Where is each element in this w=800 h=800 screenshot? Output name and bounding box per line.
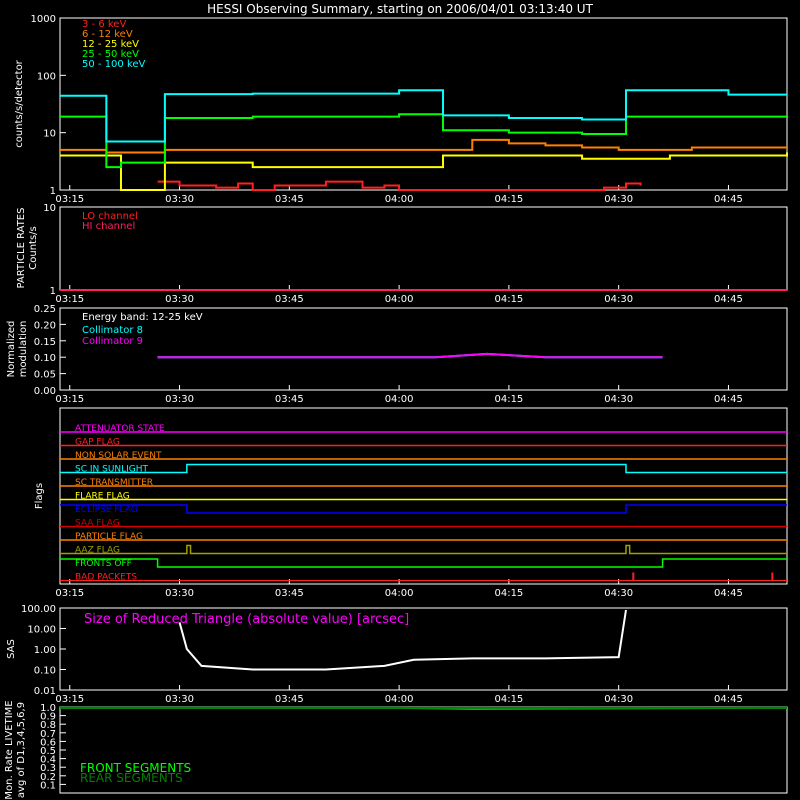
flag-label: SAA FLAG — [75, 519, 120, 529]
observing-summary-figure: HESSI Observing Summary, starting on 200… — [0, 0, 800, 800]
x-tick-label: 03:15 — [55, 294, 84, 305]
x-tick-label: 03:45 — [275, 588, 304, 599]
y-tick-label: 1 — [50, 186, 56, 197]
x-tick-label: 03:15 — [55, 394, 84, 405]
y-tick-label: 1 — [50, 286, 56, 297]
flag-label: FRONTS OFF — [75, 559, 132, 569]
modulation-ylabel-2: modulation — [18, 321, 29, 378]
x-tick-label: 03:30 — [165, 694, 194, 705]
particle-ylabel-2: Counts/s — [28, 226, 39, 270]
x-tick-label: 03:30 — [165, 294, 194, 305]
y-tick-label: 0.05 — [34, 370, 56, 381]
livetime-ylabel-2: avg of D1,3,4,5,6,9 — [16, 702, 27, 798]
flag-label: GAP FLAG — [75, 438, 120, 448]
x-tick-label: 04:15 — [494, 394, 523, 405]
sas-ylabel: SAS — [6, 639, 17, 659]
y-tick-label: 100 — [37, 71, 56, 82]
modulation-annotation: Energy band: 12-25 keV — [82, 312, 203, 323]
y-tick-label: 0.00 — [34, 386, 56, 397]
flag-label: AAZ FLAG — [75, 546, 120, 556]
sas-annotation: Size of Reduced Triangle (absolute value… — [84, 612, 409, 627]
legend-entry: REAR SEGMENTS — [80, 771, 183, 785]
legend-entry: 50 - 100 keV — [82, 59, 146, 70]
x-tick-label: 03:45 — [275, 694, 304, 705]
x-tick-label: 04:30 — [604, 194, 633, 205]
x-tick-label: 04:00 — [385, 694, 414, 705]
x-tick-label: 04:45 — [714, 394, 743, 405]
x-tick-label: 04:30 — [604, 394, 633, 405]
particle-ylabel-1: PARTICLE RATES — [16, 208, 27, 289]
legend-entry: Collimator 9 — [82, 336, 143, 347]
legend-entry: HI channel — [82, 221, 135, 232]
x-tick-label: 04:15 — [494, 294, 523, 305]
y-tick-label: 1.00 — [34, 645, 56, 656]
x-tick-label: 04:15 — [494, 694, 523, 705]
livetime-ylabel-1: Mon. Rate LIVETIME — [4, 700, 15, 799]
y-tick-label: 0.01 — [34, 686, 56, 697]
x-tick-label: 04:30 — [604, 588, 633, 599]
x-tick-label: 04:15 — [494, 194, 523, 205]
x-tick-label: 04:00 — [385, 588, 414, 599]
count-rate-ylabel: counts/s/detector — [14, 59, 25, 147]
x-tick-label: 04:15 — [494, 588, 523, 599]
x-tick-label: 03:45 — [275, 394, 304, 405]
x-tick-label: 04:45 — [714, 294, 743, 305]
x-tick-label: 03:45 — [275, 294, 304, 305]
flag-label: SC IN SUNLIGHT — [75, 465, 149, 475]
x-tick-label: 03:45 — [275, 194, 304, 205]
x-tick-label: 04:45 — [714, 694, 743, 705]
flag-label: ECLIPSE FLAG — [75, 505, 138, 515]
x-tick-label: 04:45 — [714, 588, 743, 599]
flag-label: FLARE FLAG — [75, 492, 130, 502]
y-tick-label: 10 — [43, 203, 56, 214]
x-tick-label: 03:15 — [55, 194, 84, 205]
flag-label: PARTICLE FLAG — [75, 532, 143, 542]
flag-label: SC TRANSMITTER — [75, 478, 153, 488]
x-tick-label: 03:30 — [165, 588, 194, 599]
x-tick-label: 04:00 — [385, 194, 414, 205]
x-tick-label: 03:15 — [55, 588, 84, 599]
x-tick-label: 04:30 — [604, 294, 633, 305]
legend-entry: Collimator 8 — [82, 325, 143, 336]
x-tick-label: 03:30 — [165, 194, 194, 205]
y-tick-label: 0.15 — [34, 337, 56, 348]
x-tick-label: 04:30 — [604, 694, 633, 705]
flag-label: NON SOLAR EVENT — [75, 451, 162, 461]
y-tick-label: 0.10 — [34, 666, 56, 677]
modulation-ylabel-1: Normalized — [6, 321, 17, 378]
x-tick-label: 04:00 — [385, 394, 414, 405]
flags-ylabel: Flags — [34, 483, 45, 509]
x-tick-label: 04:00 — [385, 294, 414, 305]
y-tick-label: 0.20 — [34, 320, 56, 331]
x-tick-label: 04:45 — [714, 194, 743, 205]
figure-title: HESSI Observing Summary, starting on 200… — [207, 2, 593, 16]
y-tick-label: 1000 — [31, 14, 56, 25]
flag-label: ATTENUATOR STATE — [75, 424, 165, 434]
y-tick-label: 10 — [43, 129, 56, 140]
y-tick-label: 0.10 — [34, 353, 56, 364]
y-tick-label: 10.00 — [27, 625, 56, 636]
y-tick-label: 0.1 — [40, 780, 56, 791]
y-tick-label: 100.00 — [21, 604, 56, 615]
x-tick-label: 03:15 — [55, 694, 84, 705]
flag-label: BAD PACKETS — [75, 573, 137, 583]
x-tick-label: 03:30 — [165, 394, 194, 405]
y-tick-label: 0.25 — [34, 304, 56, 315]
